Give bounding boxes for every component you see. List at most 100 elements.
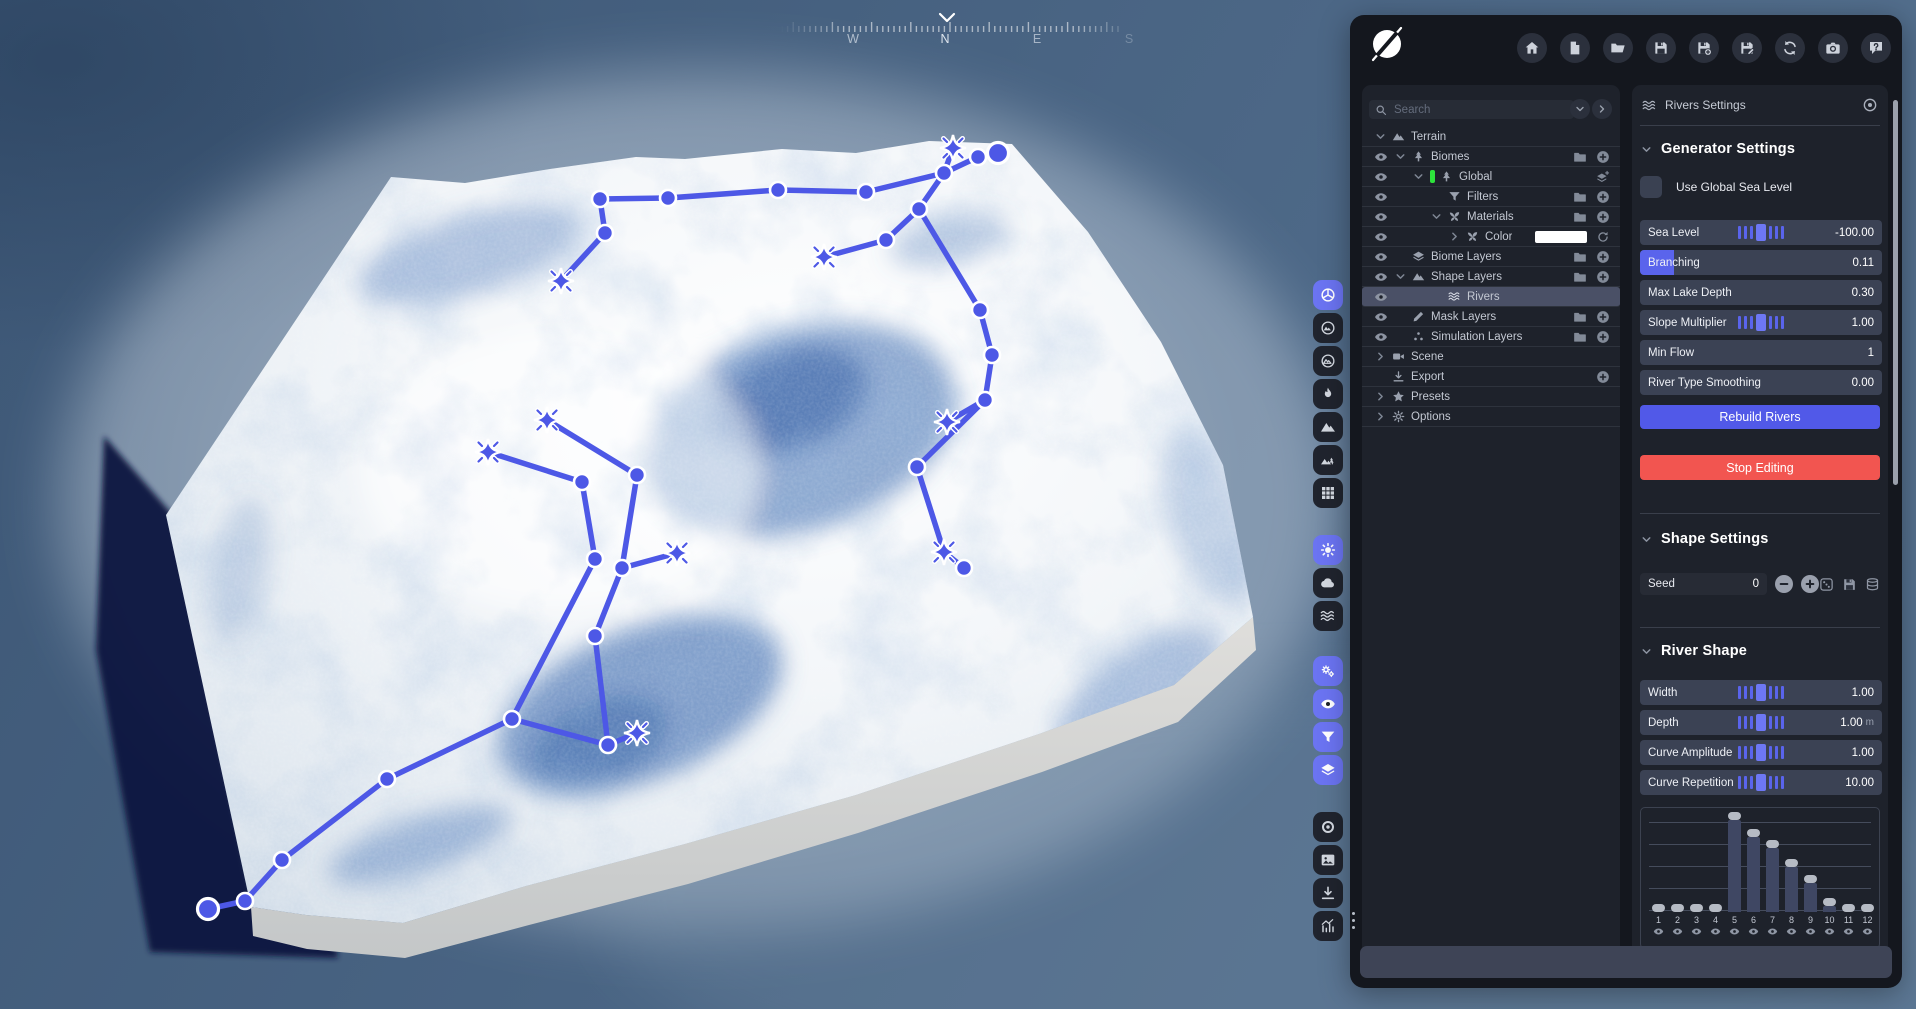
compass[interactable]: WNES <box>780 4 1140 50</box>
chev-right-icon[interactable] <box>1374 410 1387 423</box>
seed-minus-button[interactable] <box>1775 575 1793 593</box>
river-node[interactable] <box>768 180 788 200</box>
plus-icon[interactable] <box>1596 310 1610 324</box>
tree-row-shape-layers[interactable]: Shape Layers <box>1362 267 1620 287</box>
color-swatch[interactable] <box>1535 230 1587 243</box>
histogram-cap-1[interactable] <box>1652 904 1665 912</box>
search-box[interactable] <box>1369 100 1574 119</box>
tool-cloud-button[interactable] <box>1313 568 1343 598</box>
river-source-star[interactable] <box>939 134 967 162</box>
river-source-star[interactable] <box>533 406 561 434</box>
river-source-star[interactable] <box>547 267 575 295</box>
tool-chart-button[interactable] <box>1313 911 1343 941</box>
histogram-bar-5[interactable] <box>1728 820 1741 912</box>
chev-down-icon[interactable] <box>1412 170 1425 183</box>
tool-peaks-button[interactable] <box>1313 313 1343 343</box>
river-source-star[interactable] <box>933 408 961 436</box>
tree-row-biomes[interactable]: Biomes <box>1362 147 1620 167</box>
drag-handle-dots[interactable] <box>1352 912 1355 929</box>
chev-down-icon[interactable] <box>1394 270 1407 283</box>
tool-gears-button[interactable] <box>1313 656 1343 686</box>
histogram-bar-9[interactable] <box>1804 883 1817 912</box>
tree-row-global[interactable]: Global <box>1362 167 1620 187</box>
histogram-cap-4[interactable] <box>1709 904 1722 912</box>
histogram-cap-10[interactable] <box>1823 898 1836 906</box>
eye-icon[interactable] <box>1374 210 1388 224</box>
folder-icon[interactable] <box>1573 310 1587 324</box>
home-button[interactable] <box>1517 33 1547 63</box>
eye-icon[interactable] <box>1374 290 1388 304</box>
slider-river-type-smoothing[interactable]: River Type Smoothing 0.00 <box>1640 370 1882 395</box>
river-mouth-node[interactable] <box>985 140 1011 166</box>
folder-icon[interactable] <box>1573 210 1587 224</box>
histogram-cap-7[interactable] <box>1766 840 1779 848</box>
river-source-star[interactable] <box>810 243 838 271</box>
app-logo-icon[interactable] <box>1364 21 1412 69</box>
tool-target-button[interactable] <box>1313 812 1343 842</box>
tool-download-button[interactable] <box>1313 878 1343 908</box>
river-node[interactable] <box>954 558 974 578</box>
slider-branching[interactable]: Branching 0.11 <box>1640 250 1882 275</box>
expand-all-button[interactable] <box>1592 99 1612 119</box>
histogram-cap-2[interactable] <box>1671 904 1684 912</box>
histogram-cap-12[interactable] <box>1861 904 1874 912</box>
eye-icon[interactable] <box>1691 926 1702 937</box>
eye-icon[interactable] <box>1374 250 1388 264</box>
slider-slope-multiplier[interactable]: Slope Multiplier 1.00 <box>1640 310 1882 335</box>
eye-icon[interactable] <box>1374 170 1388 184</box>
river-node[interactable] <box>970 300 990 320</box>
help-button[interactable] <box>1861 33 1891 63</box>
tree-row-simulation-layers[interactable]: Simulation Layers <box>1362 327 1620 347</box>
chev-right-icon[interactable] <box>1374 390 1387 403</box>
eye-icon[interactable] <box>1374 190 1388 204</box>
river-node[interactable] <box>907 457 927 477</box>
eye-icon[interactable] <box>1374 310 1388 324</box>
tree-row-rivers[interactable]: Rivers <box>1362 287 1620 307</box>
tree-row-color[interactable]: Color <box>1362 227 1620 247</box>
river-node[interactable] <box>502 709 522 729</box>
stack-icon[interactable] <box>1865 577 1880 592</box>
eye-icon[interactable] <box>1729 926 1740 937</box>
use-global-sea-level-checkbox[interactable] <box>1640 176 1662 198</box>
seed-plus-button[interactable] <box>1801 575 1819 593</box>
slider-width[interactable]: Width 1.00 <box>1640 680 1882 705</box>
river-shape-header[interactable]: River Shape <box>1640 643 1747 659</box>
camera-button[interactable] <box>1818 33 1848 63</box>
plus-icon[interactable] <box>1596 330 1610 344</box>
eye-icon[interactable] <box>1805 926 1816 937</box>
tree-row-mask-layers[interactable]: Mask Layers <box>1362 307 1620 327</box>
settings-info-icon[interactable] <box>1862 97 1878 113</box>
save-edit-button[interactable] <box>1732 33 1762 63</box>
tool-flame-button[interactable] <box>1313 379 1343 409</box>
tool-sun-button[interactable] <box>1313 535 1343 565</box>
plus-icon[interactable] <box>1596 150 1610 164</box>
river-node[interactable] <box>272 850 292 870</box>
tool-peaks-o-button[interactable] <box>1313 346 1343 376</box>
slider-curve-repetition[interactable]: Curve Repetition 10.00 <box>1640 770 1882 795</box>
histogram-bar-7[interactable] <box>1766 848 1779 912</box>
eye-icon[interactable] <box>1748 926 1759 937</box>
eye-icon[interactable] <box>1374 330 1388 344</box>
save-icon[interactable] <box>1842 577 1857 592</box>
eye-icon[interactable] <box>1710 926 1721 937</box>
cycle-button[interactable] <box>1775 33 1805 63</box>
slider-min-flow[interactable]: Min Flow 1 <box>1640 340 1882 365</box>
tree-row-materials[interactable]: Materials <box>1362 207 1620 227</box>
slider-sea-level[interactable]: Sea Level -100.00 <box>1640 220 1882 245</box>
plus-icon[interactable] <box>1596 250 1610 264</box>
histogram-bar-8[interactable] <box>1785 867 1798 912</box>
rebuild-rivers-button[interactable]: Rebuild Rivers <box>1640 405 1880 429</box>
folder-icon[interactable] <box>1573 150 1587 164</box>
histogram-bar-10[interactable] <box>1823 906 1836 912</box>
river-node[interactable] <box>598 735 618 755</box>
chev-right-icon[interactable] <box>1374 350 1387 363</box>
tree-row-export[interactable]: Export <box>1362 367 1620 387</box>
chev-down-icon[interactable] <box>1430 210 1443 223</box>
search-input[interactable] <box>1392 102 1568 117</box>
river-node[interactable] <box>968 147 988 167</box>
river-node[interactable] <box>585 549 605 569</box>
eye-icon[interactable] <box>1374 270 1388 284</box>
tree-row-filters[interactable]: Filters <box>1362 187 1620 207</box>
slider-scrubber[interactable] <box>1738 684 1784 701</box>
eye-icon[interactable] <box>1786 926 1797 937</box>
